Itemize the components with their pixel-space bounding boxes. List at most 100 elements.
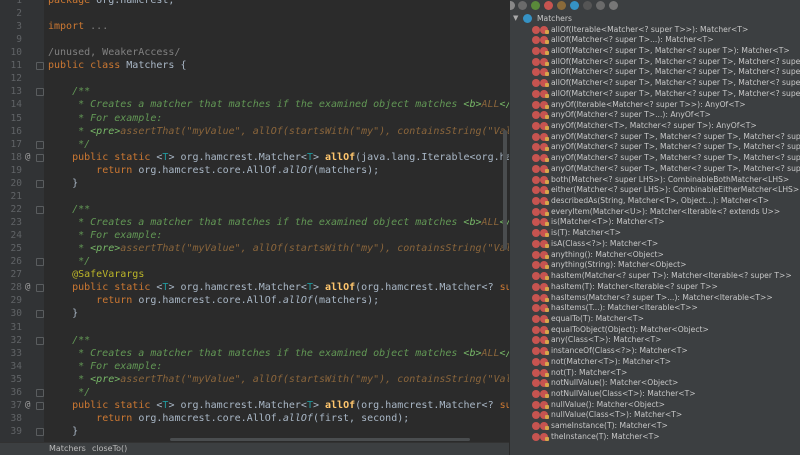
code-line[interactable]: * For example:	[48, 229, 162, 242]
vertical-scrollbar[interactable]	[503, 130, 507, 250]
code-line[interactable]: return org.hamcrest.core.AllOf.allOf(mat…	[48, 294, 379, 307]
structure-item[interactable]: allOf(Matcher<? super T>, Matcher<? supe…	[510, 57, 800, 68]
structure-item[interactable]: allOf(Matcher<? super T>, Matcher<? supe…	[510, 89, 800, 100]
structure-item[interactable]: anything(): Matcher<Object>	[510, 250, 800, 261]
fold-icon[interactable]	[36, 140, 44, 149]
fold-icon[interactable]	[36, 62, 44, 71]
chevron-down-icon[interactable]: ▼	[513, 13, 518, 24]
fold-icon[interactable]	[36, 205, 44, 214]
structure-item[interactable]: everyItem(Matcher<U>): Matcher<Iterable<…	[510, 207, 800, 218]
code-line[interactable]: * Creates a matcher that matches if the …	[48, 98, 509, 111]
code-line[interactable]: @SafeVarargs	[48, 268, 144, 281]
code-line[interactable]: * Creates a matcher that matches if the …	[48, 347, 509, 360]
structure-item[interactable]: hasItem(T): Matcher<Iterable<? super T>>	[510, 282, 800, 293]
tree-root-matchers[interactable]: ▼ Matchers	[510, 13, 800, 24]
structure-item[interactable]: both(Matcher<? super LHS>): CombinableBo…	[510, 175, 800, 186]
show-properties-icon[interactable]	[557, 1, 566, 10]
structure-item[interactable]: hasItems(Matcher<? super T>...): Matcher…	[510, 293, 800, 304]
structure-item[interactable]: anyOf(Matcher<? super T>, Matcher<? supe…	[510, 132, 800, 143]
structure-item[interactable]: allOf(Matcher<? super T>, Matcher<? supe…	[510, 78, 800, 89]
code-line[interactable]: */	[48, 138, 90, 151]
code-editor[interactable]: 1 2 3 9 10 11 12 13 14 15 16 17 18 @19 20 21 22 23 24 25 26 2…	[0, 0, 509, 455]
code-line[interactable]: package org.hamcrest;	[48, 0, 174, 7]
structure-item[interactable]: anyOf(Matcher<? super T>, Matcher<? supe…	[510, 142, 800, 153]
structure-item[interactable]: not(Matcher<T>): Matcher<T>	[510, 357, 800, 368]
code-line[interactable]: * For example:	[48, 360, 162, 373]
structure-item[interactable]: hasItems(T...): Matcher<Iterable<T>>	[510, 303, 800, 314]
structure-item[interactable]: notNullValue(): Matcher<Object>	[510, 378, 800, 389]
code-line[interactable]: /unused, WeakerAccess/	[48, 46, 180, 59]
structure-item[interactable]: any(Class<T>): Matcher<T>	[510, 335, 800, 346]
code-line[interactable]: /**	[48, 85, 90, 98]
fold-icon[interactable]	[36, 88, 44, 97]
code-line[interactable]: public static <T> org.hamcrest.Matcher<T…	[48, 399, 509, 412]
code-line[interactable]: public static <T> org.hamcrest.Matcher<T…	[48, 281, 509, 294]
code-line[interactable]: * <pre>assertThat("myValue", allOf(start…	[48, 242, 509, 255]
show-inherited-icon[interactable]	[570, 1, 579, 10]
code-line[interactable]: public class Matchers {	[48, 59, 187, 72]
structure-item[interactable]: sameInstance(T): Matcher<T>	[510, 421, 800, 432]
visibility-icon[interactable]	[609, 1, 618, 10]
fold-icon[interactable]	[36, 336, 44, 345]
code-line[interactable]: /**	[48, 334, 90, 347]
fold-icon[interactable]	[36, 388, 44, 397]
code-area[interactable]: package org.hamcrest; import ... /unused, …	[48, 0, 509, 443]
code-line[interactable]: }	[48, 425, 78, 438]
show-fields-icon[interactable]	[531, 1, 540, 10]
structure-item[interactable]: notNullValue(Class<T>): Matcher<T>	[510, 389, 800, 400]
fold-icon[interactable]	[36, 310, 44, 319]
structure-item[interactable]: equalTo(T): Matcher<T>	[510, 314, 800, 325]
override-marker-icon[interactable]: @	[25, 281, 35, 294]
horizontal-scrollbar[interactable]	[170, 438, 470, 441]
structure-item[interactable]: anyOf(Matcher<? super T>...): AnyOf<T>	[510, 110, 800, 121]
code-line[interactable]: * <pre>assertThat("myValue", allOf(start…	[48, 125, 509, 138]
structure-item[interactable]: allOf(Matcher<? super T>, Matcher<? supe…	[510, 67, 800, 78]
code-line[interactable]: import ...	[48, 20, 108, 33]
show-anonymous-icon[interactable]	[583, 1, 592, 10]
structure-item[interactable]: anything(String): Matcher<Object>	[510, 260, 800, 271]
code-line[interactable]: */	[48, 255, 90, 268]
fold-icon[interactable]	[36, 153, 44, 162]
code-line[interactable]: * For example:	[48, 112, 162, 125]
structure-item[interactable]: is(Matcher<T>): Matcher<T>	[510, 217, 800, 228]
code-line[interactable]: * <pre>assertThat("myValue", allOf(start…	[48, 373, 509, 386]
structure-item[interactable]: isA(Class<?>): Matcher<T>	[510, 239, 800, 250]
structure-item[interactable]: equalToObject(Object): Matcher<Object>	[510, 325, 800, 336]
code-line[interactable]: /**	[48, 203, 90, 216]
code-line[interactable]: */	[48, 386, 90, 399]
structure-item[interactable]: anyOf(Iterable<Matcher<? super T>>): Any…	[510, 100, 800, 111]
breadcrumb-method[interactable]: closeTo()	[92, 443, 127, 455]
structure-item[interactable]: either(Matcher<? super LHS>): Combinable…	[510, 185, 800, 196]
structure-item[interactable]: describedAs(String, Matcher<T>, Object..…	[510, 196, 800, 207]
structure-item[interactable]: allOf(Matcher<? super T>, Matcher<? supe…	[510, 46, 800, 57]
structure-item[interactable]: theInstance(T): Matcher<T>	[510, 432, 800, 443]
structure-item[interactable]: nullValue(Class<T>): Matcher<T>	[510, 410, 800, 421]
structure-item[interactable]: instanceOf(Class<?>): Matcher<T>	[510, 346, 800, 357]
show-lambdas-icon[interactable]	[596, 1, 605, 10]
structure-item[interactable]: anyOf(Matcher<? super T>, Matcher<? supe…	[510, 153, 800, 164]
code-line[interactable]: return org.hamcrest.core.AllOf.allOf(fir…	[48, 412, 409, 425]
structure-item[interactable]: hasItem(Matcher<? super T>): Matcher<Ite…	[510, 271, 800, 282]
structure-item[interactable]: is(T): Matcher<T>	[510, 228, 800, 239]
structure-item[interactable]: allOf(Matcher<? super T>...): Matcher<T>	[510, 35, 800, 46]
override-marker-icon[interactable]: @	[25, 399, 35, 412]
structure-item[interactable]: not(T): Matcher<T>	[510, 368, 800, 379]
structure-item[interactable]: anyOf(Matcher<? super T>, Matcher<? supe…	[510, 164, 800, 175]
fold-icon[interactable]	[36, 179, 44, 188]
sort-icon[interactable]	[510, 1, 515, 10]
fold-icon[interactable]	[36, 284, 44, 293]
code-line[interactable]: return org.hamcrest.core.AllOf.allOf(mat…	[48, 164, 379, 177]
fold-icon[interactable]	[36, 258, 44, 267]
structure-item[interactable]: allOf(Iterable<Matcher<? super T>>): Mat…	[510, 25, 800, 36]
expand-icon[interactable]	[518, 1, 527, 10]
override-marker-icon[interactable]: @	[25, 151, 35, 164]
fold-icon[interactable]	[36, 401, 44, 410]
show-methods-icon[interactable]	[544, 1, 553, 10]
code-line[interactable]: * Creates a matcher that matches if the …	[48, 216, 509, 229]
structure-item[interactable]: nullValue(): Matcher<Object>	[510, 400, 800, 411]
code-line[interactable]: }	[48, 177, 78, 190]
code-line[interactable]: }	[48, 307, 78, 320]
code-line[interactable]: public static <T> org.hamcrest.Matcher<T…	[48, 151, 509, 164]
structure-item[interactable]: anyOf(Matcher<T>, Matcher<? super T>): A…	[510, 121, 800, 132]
fold-icon[interactable]	[36, 427, 44, 436]
